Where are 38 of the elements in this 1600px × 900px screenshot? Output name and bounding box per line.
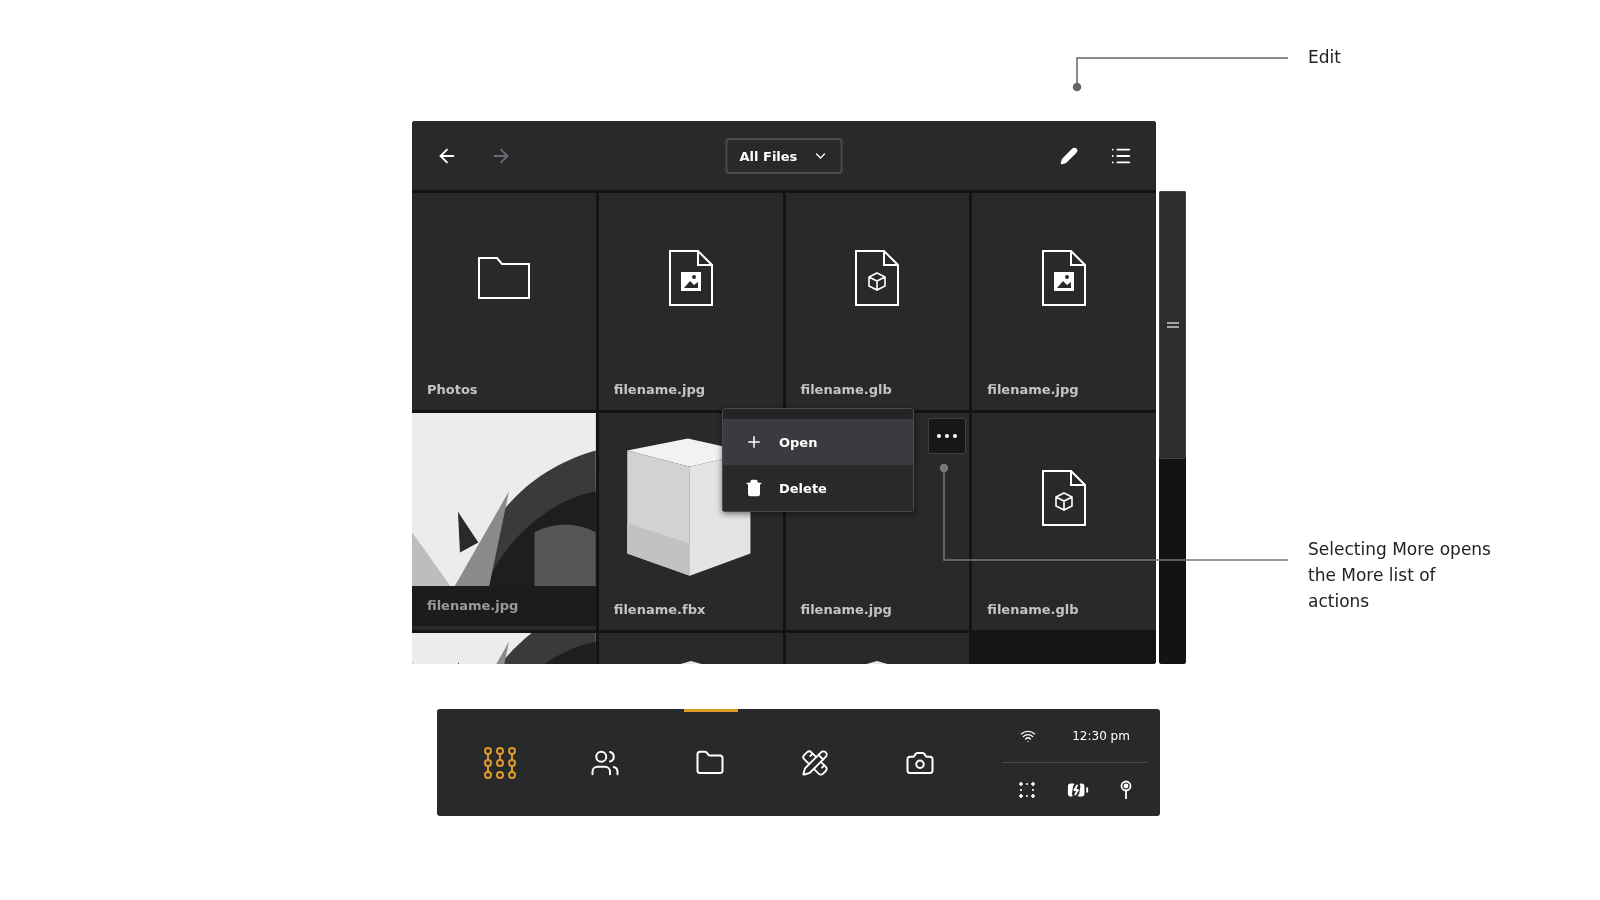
menu-item[interactable]: Open (723, 419, 913, 465)
file-tile[interactable]: filename.glb (785, 193, 970, 410)
controller-icon (1120, 779, 1133, 800)
file-name: filename.fbx (612, 602, 707, 619)
file-tile[interactable] (785, 633, 970, 664)
annotation-text: Selecting More opens the More list of actions (1308, 538, 1492, 613)
more-icon (937, 434, 958, 438)
pencil-ruler-icon (800, 748, 829, 777)
folder-icon (476, 255, 531, 300)
file-name: filename.glb (986, 602, 1080, 619)
file-name: filename.jpg (799, 602, 893, 619)
menu-item[interactable]: Delete (723, 465, 913, 511)
image-file-icon (1041, 248, 1088, 307)
image-file-icon (667, 248, 714, 307)
annotation-text: Edit (1308, 46, 1342, 69)
file-name: Photos (426, 382, 479, 399)
file-name: filename.jpg (412, 586, 596, 626)
file-tile[interactable] (598, 633, 783, 664)
file-name: filename.glb (799, 382, 893, 399)
scroll-thumb[interactable] (1159, 191, 1186, 459)
file-tile[interactable]: filename.glb (972, 413, 1156, 630)
file-tile[interactable]: Photos (412, 193, 596, 410)
dots-grid-icon (483, 746, 516, 779)
pencil-icon (1060, 146, 1078, 165)
file-tile[interactable]: filename.jpg (972, 193, 1156, 410)
filter-dropdown[interactable]: All Files (725, 138, 843, 174)
clock-time: 12:30 pm (1072, 728, 1130, 743)
cube-file-icon (854, 248, 901, 307)
file-name: filename.jpg (986, 382, 1080, 399)
grip-icon (1166, 322, 1179, 328)
dotted-frame-icon (1017, 780, 1036, 799)
file-name: filename.jpg (612, 382, 707, 399)
plus-icon (745, 433, 763, 451)
more-button[interactable] (928, 418, 967, 454)
file-tile[interactable]: filename.jpg (598, 193, 783, 410)
trash-icon (745, 479, 763, 497)
cube-file-icon (1041, 468, 1088, 527)
file-tile[interactable]: filename.jpg (412, 413, 596, 630)
